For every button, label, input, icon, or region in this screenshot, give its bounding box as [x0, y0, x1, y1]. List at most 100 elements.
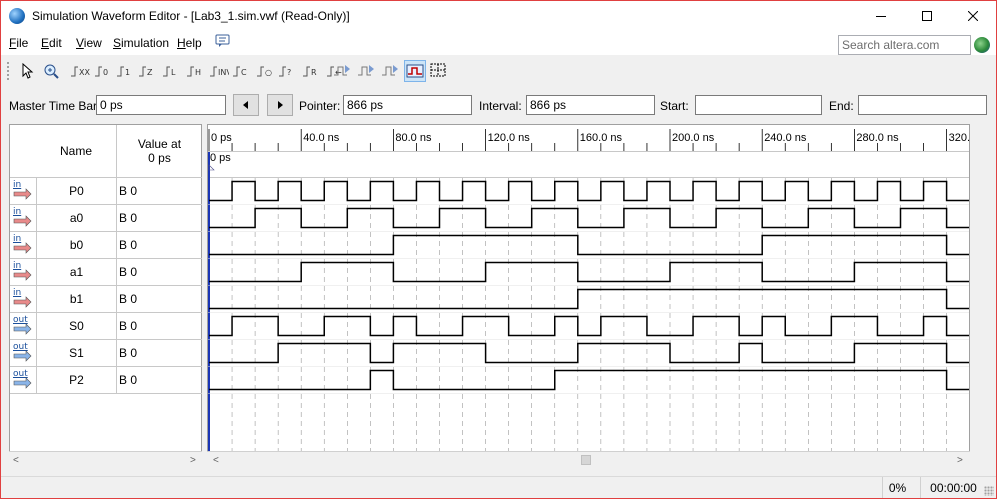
scrollbar-thumb[interactable] — [581, 455, 591, 465]
ruler-tick-label: 240.0 ns — [764, 132, 807, 144]
signal-value: B 0 — [116, 205, 202, 231]
menu-item[interactable]: Help — [177, 36, 202, 50]
high-impedance-button[interactable]: Z — [137, 60, 159, 82]
signal-row[interactable]: out S1 B 0 — [10, 340, 202, 367]
signal-name: S1 — [36, 340, 116, 366]
signal-name: b1 — [36, 286, 116, 312]
generate-netlist-button[interactable] — [379, 60, 401, 82]
signal-row[interactable]: out S0 B 0 — [10, 313, 202, 340]
high-impedance-icon: Z — [138, 63, 158, 79]
dont-care-icon: R — [302, 63, 322, 79]
waveform-canvas: 0 ps 40.0 ns 80.0 ns 120.0 ns 160.0 ns 200.0 … — [208, 129, 969, 466]
grid-settings-button[interactable] — [428, 60, 450, 82]
overwrite-clock-button[interactable]: ○ — [255, 60, 277, 82]
svg-text:?: ? — [287, 68, 291, 77]
signal-value: B 0 — [116, 340, 202, 366]
force-high-icon: 1 — [116, 63, 136, 79]
minimize-icon — [876, 16, 886, 17]
invert-button[interactable]: INV — [208, 60, 230, 82]
interval-label: Interval: — [479, 99, 522, 113]
zoom-tool-icon — [43, 63, 59, 79]
scroll-right-icon[interactable]: > — [957, 455, 963, 466]
minimize-button[interactable] — [858, 1, 904, 31]
output-pin-icon: out — [12, 369, 34, 390]
signal-name: S0 — [36, 313, 116, 339]
previous-transition-button[interactable] — [233, 94, 259, 116]
random-values-button[interactable]: ? — [277, 60, 299, 82]
start-field[interactable] — [695, 95, 822, 115]
uninitialized-button[interactable]: XX — [69, 60, 91, 82]
toolbar-grip[interactable] — [6, 61, 10, 81]
run-functional-simulation-button[interactable] — [331, 60, 353, 82]
run-timing-simulation-button[interactable] — [355, 60, 377, 82]
count-value-button[interactable]: C — [231, 60, 253, 82]
close-button[interactable] — [950, 1, 996, 31]
waveform-vertical-scrollbar[interactable] — [970, 124, 987, 467]
weak-high-button[interactable]: H — [185, 60, 207, 82]
globe-icon[interactable] — [974, 37, 990, 53]
waveform-s0 — [209, 315, 969, 337]
ruler-tick-label: 40.0 ns — [303, 132, 340, 144]
resize-grip[interactable] — [984, 486, 994, 496]
menu-item[interactable]: Simulation — [113, 36, 169, 50]
signal-value: B 0 — [116, 286, 202, 312]
master-time-bar-label: Master Time Bar: — [9, 99, 101, 113]
signal-row[interactable]: in b1 B 0 — [10, 286, 202, 313]
uninitialized-icon: XX — [70, 63, 90, 79]
svg-text:0: 0 — [103, 68, 108, 77]
signal-list-scrollbar[interactable]: < > — [9, 451, 202, 467]
svg-text:XX: XX — [79, 68, 90, 77]
signal-value: B 0 — [116, 367, 202, 393]
value-column-header[interactable]: Value at 0 ps — [116, 125, 202, 177]
svg-text:H: H — [195, 68, 201, 77]
ruler-tick-label: 160.0 ns — [580, 132, 623, 144]
input-pin-icon: in — [12, 288, 34, 309]
selection-tool-icon — [20, 63, 34, 79]
weak-low-button[interactable]: L — [161, 60, 183, 82]
next-transition-button[interactable] — [267, 94, 293, 116]
grid-settings-icon — [430, 63, 448, 79]
master-time-bar-field[interactable]: 0 ps — [96, 95, 226, 115]
zoom-tool-button[interactable] — [40, 60, 62, 82]
scroll-left-icon[interactable]: < — [13, 455, 19, 466]
signal-row[interactable]: in b0 B 0 — [10, 232, 202, 259]
svg-text:Z: Z — [147, 68, 153, 77]
ruler-tick-label: 280.0 ns — [856, 132, 899, 144]
input-pin-icon: in — [12, 180, 34, 201]
pointer-field[interactable]: 866 ps — [343, 95, 472, 115]
signal-row[interactable]: in P0 B 0 — [10, 178, 202, 205]
signal-name: P0 — [36, 178, 116, 204]
force-low-icon: 0 — [94, 63, 114, 79]
dont-care-button[interactable]: R — [301, 60, 323, 82]
menu-item[interactable]: File — [9, 36, 28, 50]
signal-row[interactable]: out P2 B 0 — [10, 367, 202, 394]
maximize-button[interactable] — [904, 1, 950, 31]
waveform-a0 — [209, 207, 969, 229]
feedback-icon[interactable] — [215, 34, 231, 51]
arrow-left-icon — [243, 101, 248, 109]
force-low-button[interactable]: 0 — [93, 60, 115, 82]
selection-tool-button[interactable] — [16, 60, 38, 82]
force-high-button[interactable]: 1 — [115, 60, 137, 82]
menu-item[interactable]: Edit — [41, 36, 62, 50]
name-column-header[interactable]: Name — [36, 125, 116, 177]
menu-item[interactable]: View — [76, 36, 102, 50]
snap-to-grid-button[interactable] — [404, 60, 426, 82]
interval-field[interactable]: 866 ps — [526, 95, 655, 115]
scroll-left-icon[interactable]: < — [213, 455, 219, 466]
waveform-panel[interactable]: 0 ps 40.0 ns 80.0 ns 120.0 ns 160.0 ns 200.0 … — [207, 124, 970, 467]
signal-name: b0 — [36, 232, 116, 258]
signal-row[interactable]: in a0 B 0 — [10, 205, 202, 232]
title-bar: Simulation Waveform Editor - [Lab3_1.sim… — [1, 1, 996, 31]
search-input[interactable] — [838, 35, 971, 55]
waveform-horizontal-scrollbar[interactable]: < > — [207, 451, 970, 467]
value-header-line1: Value at — [137, 137, 182, 151]
signal-row[interactable]: in a1 B 0 — [10, 259, 202, 286]
waveform-p0 — [209, 180, 969, 202]
scroll-right-icon[interactable]: > — [190, 455, 196, 466]
svg-text:1: 1 — [125, 68, 130, 77]
pointer-label: Pointer: — [299, 99, 341, 113]
signal-value: B 0 — [116, 178, 202, 204]
overwrite-clock-icon: ○ — [256, 63, 276, 79]
end-field[interactable] — [858, 95, 987, 115]
